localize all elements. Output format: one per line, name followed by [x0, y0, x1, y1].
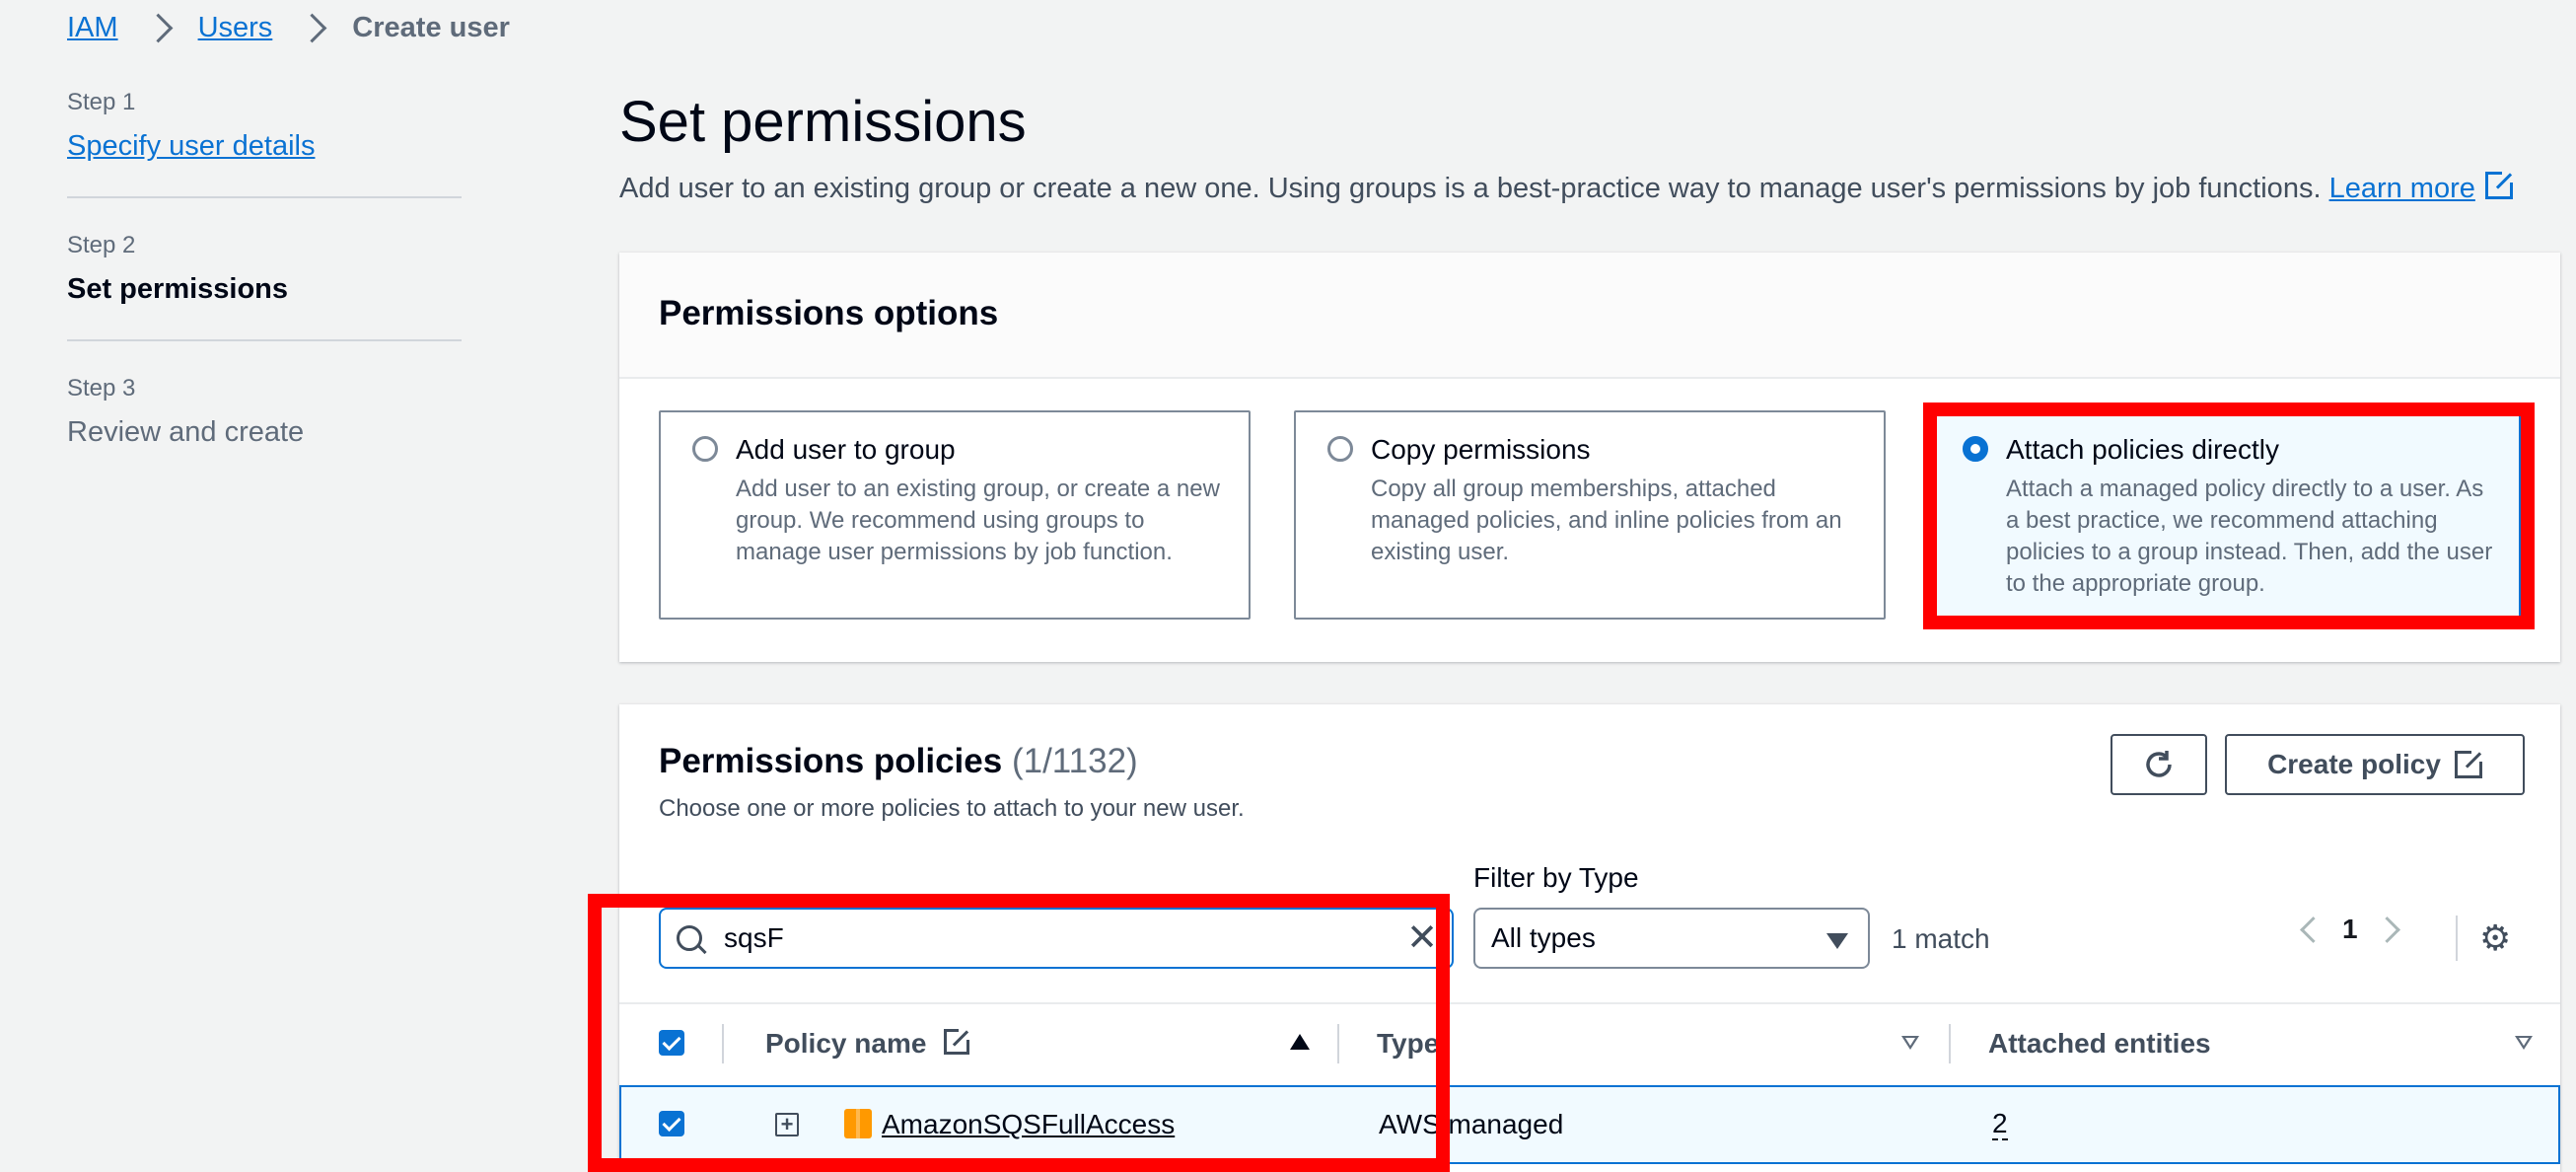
step-number: Step 3: [67, 375, 136, 402]
create-policy-button[interactable]: Create policy: [2225, 734, 2525, 795]
column-divider: [1949, 1024, 1951, 1063]
step-2-label: Set permissions: [67, 273, 289, 305]
wizard-steps: Step 1 Specify user details Step 2 Set p…: [67, 89, 462, 516]
highlight-box-search-row: [588, 894, 1450, 1172]
policies-title: Permissions policies: [659, 742, 1003, 780]
panel-subtitle: Choose one or more policies to attach to…: [659, 795, 1245, 822]
gear-icon[interactable]: ⚙: [2479, 920, 2511, 956]
external-link-icon: [2484, 169, 2516, 199]
breadcrumb-users[interactable]: Users: [198, 12, 273, 44]
sort-icon[interactable]: [2515, 1036, 2533, 1050]
pagination: 1: [2296, 914, 2404, 945]
chevron-right-icon: [297, 13, 327, 42]
caret-down-icon: [1826, 933, 1848, 949]
step-3: Step 3 Review and create: [67, 375, 462, 482]
highlight-box-attach-option: [1923, 403, 2535, 629]
chevron-right-icon: [143, 13, 173, 42]
option-desc: Add user to an existing group, or create…: [736, 476, 1220, 565]
breadcrumb-current: Create user: [352, 11, 510, 43]
filter-by-type-label: Filter by Type: [1473, 862, 1639, 893]
option-copy-permissions[interactable]: Copy permissions Copy all group membersh…: [1294, 410, 1886, 620]
attached-entities-count[interactable]: 2: [1992, 1109, 2008, 1140]
next-page-icon[interactable]: [2373, 916, 2400, 943]
panel-title: Permissions options: [659, 294, 999, 332]
refresh-icon: [2146, 751, 2172, 777]
refresh-button[interactable]: [2111, 734, 2207, 795]
policies-count: (1/1132): [1011, 742, 1138, 780]
previous-page-icon[interactable]: [2300, 916, 2326, 943]
create-policy-label: Create policy: [2267, 749, 2441, 779]
external-link-icon: [2454, 748, 2485, 778]
page-title: Set permissions: [619, 90, 1027, 154]
panel-header: Permissions options: [619, 253, 2560, 379]
learn-more-label: Learn more: [2328, 173, 2475, 204]
panel-title: Permissions policies (1/1132): [659, 742, 1138, 781]
breadcrumb: IAM Users Create user: [67, 8, 510, 47]
radio-button[interactable]: [1327, 436, 1353, 462]
step-1: Step 1 Specify user details: [67, 89, 462, 198]
column-attached-entities[interactable]: Attached entities: [1988, 1028, 2211, 1060]
sort-icon[interactable]: [1901, 1036, 1919, 1050]
learn-more-link[interactable]: Learn more: [2328, 169, 2516, 204]
type-filter-value: All types: [1491, 922, 1596, 953]
breadcrumb-iam[interactable]: IAM: [67, 12, 118, 44]
page-description: Add user to an existing group or create …: [619, 169, 2516, 205]
step-1-link[interactable]: Specify user details: [67, 130, 462, 163]
match-count: 1 match: [1892, 923, 1990, 954]
divider: [2456, 916, 2458, 961]
step-2: Step 2 Set permissions: [67, 232, 462, 341]
current-page[interactable]: 1: [2342, 914, 2358, 945]
option-add-user-to-group[interactable]: Add user to group Add user to an existin…: [659, 410, 1251, 620]
option-title: Add user to group: [736, 434, 956, 465]
step-number: Step 1: [67, 89, 136, 115]
type-filter-select[interactable]: All types: [1473, 908, 1870, 969]
option-desc: Copy all group memberships, attached man…: [1371, 476, 1842, 565]
option-title: Copy permissions: [1371, 434, 1591, 465]
step-3-label: Review and create: [67, 416, 305, 448]
radio-button[interactable]: [692, 436, 718, 462]
description-text: Add user to an existing group or create …: [619, 173, 2322, 204]
step-number: Step 2: [67, 232, 136, 258]
